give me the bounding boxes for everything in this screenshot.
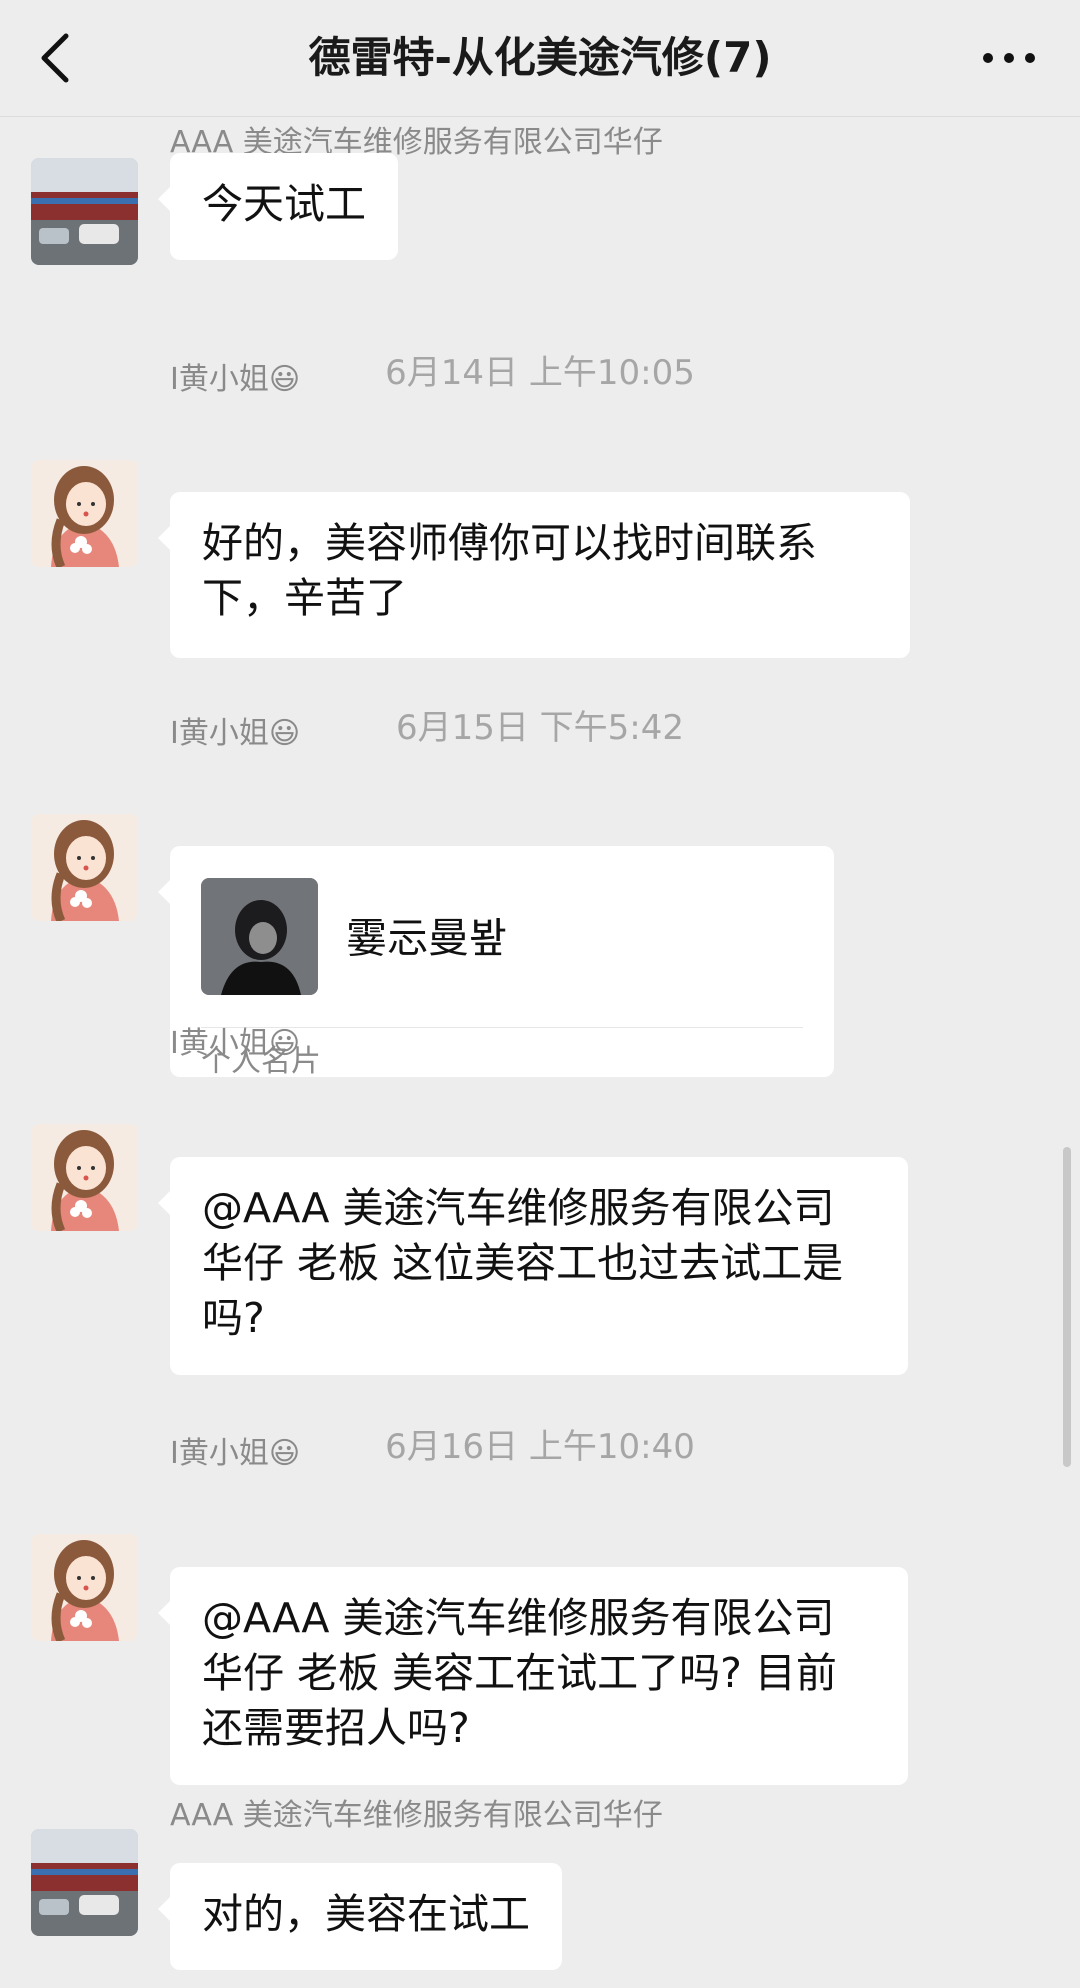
- message-bubble[interactable]: 对的，美容在试工: [158, 1863, 562, 1970]
- dark-portrait-icon: [201, 878, 318, 995]
- message-list[interactable]: AAA 美途汽车维修服务有限公司华仔 今天试工 6月14日 上午10:05 I黄…: [0, 117, 1080, 1988]
- avatar-huazai[interactable]: [31, 1829, 138, 1936]
- message-bubble[interactable]: 今天试工: [158, 153, 398, 260]
- message-bubble[interactable]: @AAA 美途汽车维修服务有限公司 华仔 老板 美容工在试工了吗? 目前还需要招…: [158, 1567, 908, 1785]
- contact-card-name: 霎忈曼봪: [346, 914, 507, 962]
- contact-card-photo: [201, 878, 318, 995]
- chat-header: 德雷特-从化美途汽修(7): [0, 0, 1080, 117]
- shop-photo-icon: [31, 158, 138, 265]
- scrollbar-thumb[interactable]: [1063, 1147, 1071, 1467]
- cartoon-girl-avatar-icon: [31, 1534, 138, 1641]
- timestamp: 6月15日 下午5:42: [395, 708, 685, 748]
- sender-name: I黄小姐😃: [170, 1026, 301, 1061]
- sender-name: I黄小姐😃: [170, 362, 301, 397]
- cartoon-girl-avatar-icon: [31, 460, 138, 567]
- avatar-huazai[interactable]: [31, 158, 138, 265]
- shop-photo-icon: [31, 1829, 138, 1936]
- sender-name: AAA 美途汽车维修服务有限公司华仔: [170, 1798, 663, 1833]
- sender-name: I黄小姐😃: [170, 716, 301, 751]
- message-bubble[interactable]: 好的，美容师傅你可以找时间联系下，辛苦了: [158, 492, 910, 658]
- cartoon-girl-avatar-icon: [31, 1124, 138, 1231]
- avatar-huang[interactable]: [31, 814, 138, 921]
- avatar-huang[interactable]: [31, 1534, 138, 1641]
- more-button[interactable]: [974, 36, 1044, 80]
- message-bubble[interactable]: @AAA 美途汽车维修服务有限公司 华仔 老板 这位美容工也过去试工是吗?: [158, 1157, 908, 1375]
- more-horizontal-icon: [983, 53, 1035, 63]
- chat-title: 德雷特-从化美途汽修(7): [308, 33, 772, 82]
- timestamp: 6月14日 上午10:05: [385, 353, 695, 393]
- cartoon-girl-avatar-icon: [31, 814, 138, 921]
- sender-name: I黄小姐😃: [170, 1436, 301, 1471]
- avatar-huang[interactable]: [31, 1124, 138, 1231]
- timestamp: 6月16日 上午10:40: [385, 1427, 695, 1467]
- avatar-huang[interactable]: [31, 460, 138, 567]
